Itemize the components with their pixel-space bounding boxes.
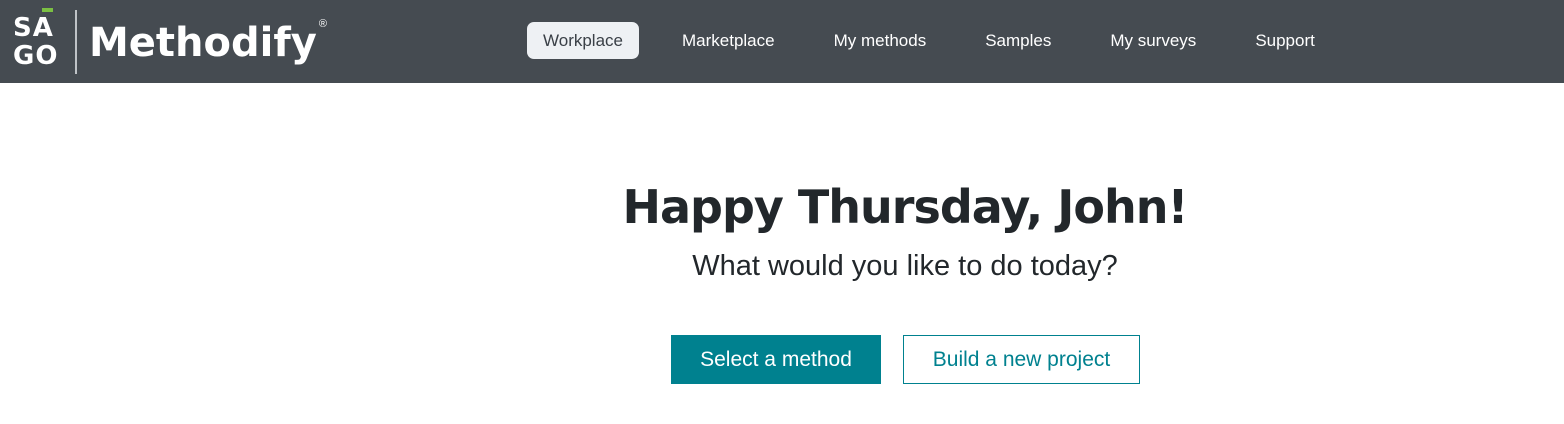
main-nav: Workplace Marketplace My methods Samples…	[527, 22, 1358, 59]
top-navigation-bar: SA GO Methodify ® Workplace Marketplace …	[0, 0, 1564, 83]
nav-item-my-methods[interactable]: My methods	[818, 22, 943, 59]
logo-line-1: SA	[13, 13, 54, 43]
methodify-wordmark: Methodify	[89, 20, 317, 66]
nav-item-workplace[interactable]: Workplace	[527, 22, 639, 59]
build-project-button[interactable]: Build a new project	[903, 335, 1140, 384]
registered-mark: ®	[318, 18, 327, 30]
nav-item-samples[interactable]: Samples	[969, 22, 1067, 59]
logo-accent-bar	[42, 8, 53, 12]
select-method-button[interactable]: Select a method	[671, 335, 881, 384]
sago-logo: SA GO	[13, 8, 61, 76]
nav-item-marketplace[interactable]: Marketplace	[666, 22, 791, 59]
greeting-heading: Happy Thursday, John!	[622, 180, 1189, 234]
nav-item-my-surveys[interactable]: My surveys	[1094, 22, 1212, 59]
logo-line-2: GO	[13, 41, 59, 71]
logo-divider	[75, 10, 77, 74]
greeting-subtitle: What would you like to do today?	[692, 250, 1118, 282]
brand-logo[interactable]: SA GO Methodify ®	[13, 7, 327, 77]
nav-item-support[interactable]: Support	[1239, 22, 1331, 59]
